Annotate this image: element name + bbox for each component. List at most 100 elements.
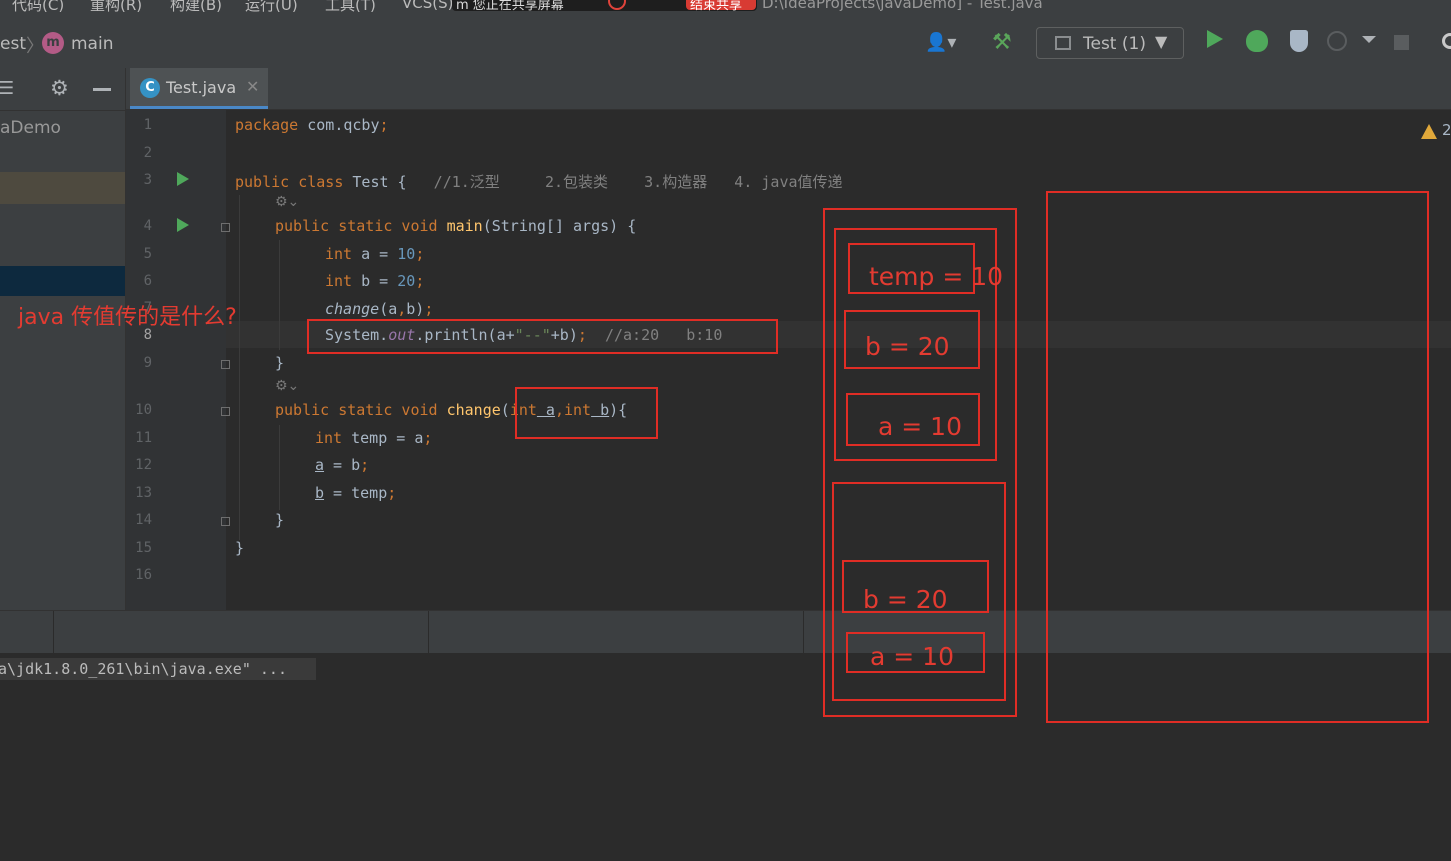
annotation-question: java 传值传的是什么? bbox=[18, 305, 237, 330]
code-line-3: public class Test { //1.泛型 2.包装类 3.构造器 4… bbox=[235, 171, 843, 192]
code-punct: ; bbox=[360, 456, 370, 474]
search-icon[interactable] bbox=[1442, 33, 1451, 49]
code-line-11: int temp = a; bbox=[315, 429, 432, 447]
editor-tabs: C Test.java ✕ bbox=[126, 68, 1451, 110]
stop-icon[interactable] bbox=[1394, 35, 1409, 50]
method-call: change bbox=[325, 300, 380, 318]
code-text: = b bbox=[324, 456, 361, 474]
project-tree-row-selected[interactable] bbox=[0, 266, 125, 296]
menu-build[interactable]: 构建(B) bbox=[170, 0, 222, 14]
coverage-icon[interactable] bbox=[1290, 30, 1308, 52]
line-number: 15 bbox=[135, 540, 152, 556]
code-text: = temp bbox=[324, 484, 388, 502]
divider bbox=[803, 611, 804, 653]
code-line-5: int a = 10; bbox=[325, 245, 424, 263]
annotation-b-main: b = 20 bbox=[863, 585, 948, 614]
project-tree-row-highlight[interactable] bbox=[0, 172, 125, 204]
keyword: int bbox=[325, 272, 353, 290]
method-name: change bbox=[446, 401, 501, 419]
close-icon[interactable]: ✕ bbox=[246, 77, 259, 96]
window-title: D:\IdeaProjects\javaDemo] - Test.java bbox=[762, 0, 1043, 12]
code-line-7: change(a,b); bbox=[325, 300, 433, 318]
warning-icon[interactable] bbox=[1421, 124, 1437, 139]
keyword: public static void bbox=[275, 217, 438, 235]
menu-tools[interactable]: 工具(T) bbox=[325, 0, 376, 14]
gear-icon[interactable]: ⚙ bbox=[50, 76, 69, 100]
divider bbox=[428, 611, 429, 653]
annotation-box-println bbox=[307, 319, 778, 354]
menu-run[interactable]: 运行(U) bbox=[245, 0, 298, 14]
menu-code[interactable]: 代码(C) bbox=[12, 0, 64, 14]
keyword: int bbox=[325, 245, 353, 263]
minimize-icon[interactable] bbox=[93, 88, 111, 91]
annotation-a-change: a = 10 bbox=[878, 412, 962, 441]
fold-icon[interactable] bbox=[221, 407, 230, 416]
user-icon[interactable]: 👤▾ bbox=[925, 32, 956, 53]
breadcrumb-class[interactable]: est bbox=[0, 34, 26, 54]
menu-bar: 代码(C) 重构(R) 构建(B) 运行(U) 工具(T) VCS(S) m 您… bbox=[0, 0, 1451, 14]
code-line-1: package com.qcby; bbox=[235, 116, 389, 134]
stop-share-button[interactable]: 结束共享 bbox=[686, 0, 756, 13]
line-number: 12 bbox=[135, 457, 152, 473]
code-text: com.qcby bbox=[298, 116, 380, 134]
java-class-icon: C bbox=[140, 78, 160, 98]
code-punct: ; bbox=[387, 484, 397, 502]
collapse-all-icon[interactable]: ☰ bbox=[0, 78, 14, 99]
line-number: 9 bbox=[143, 355, 152, 371]
keyword: public class bbox=[235, 173, 344, 191]
annotation-b-change: b = 20 bbox=[865, 332, 950, 361]
run-class-gutter-icon[interactable] bbox=[177, 172, 189, 186]
line-number: 6 bbox=[143, 273, 152, 289]
line-number: 2 bbox=[143, 145, 152, 161]
menu-vcs[interactable]: VCS(S) bbox=[402, 0, 453, 12]
code-punct: ; bbox=[379, 116, 389, 134]
code-line-4: public static void main(String[] args) { bbox=[275, 217, 636, 235]
fold-icon[interactable] bbox=[221, 223, 230, 232]
run-main-gutter-icon[interactable] bbox=[177, 218, 189, 232]
debug-icon[interactable] bbox=[1246, 30, 1268, 52]
code-punct: ; bbox=[415, 272, 425, 290]
line-number: 14 bbox=[135, 512, 152, 528]
keyword: int bbox=[315, 429, 343, 447]
class-name: Test { bbox=[343, 173, 407, 191]
annotation-temp: temp = 10 bbox=[869, 262, 1004, 291]
code-punct: ; bbox=[424, 300, 434, 318]
tab-label: Test.java bbox=[166, 78, 237, 97]
line-number: 1 bbox=[143, 117, 152, 133]
code-text: temp = a bbox=[342, 429, 424, 447]
hammer-icon[interactable]: ⚒ bbox=[992, 30, 1012, 55]
menu-refactor[interactable]: 重构(R) bbox=[90, 0, 142, 14]
line-number: 3 bbox=[143, 172, 152, 188]
code-text: (a bbox=[379, 300, 398, 318]
method-icon: m bbox=[42, 32, 64, 54]
profile-icon[interactable] bbox=[1327, 31, 1347, 51]
screen-share-text: m 您正在共享屏幕 bbox=[456, 0, 564, 13]
line-number: 4 bbox=[143, 218, 152, 234]
run-icon[interactable] bbox=[1207, 30, 1223, 48]
run-configuration-select[interactable]: Test (1) ▼ bbox=[1036, 27, 1184, 59]
project-root-item[interactable]: aDemo bbox=[0, 118, 61, 138]
more-icon[interactable] bbox=[1362, 36, 1376, 43]
code-punct: ; bbox=[415, 245, 425, 263]
line-number: 10 bbox=[135, 402, 152, 418]
breadcrumb-method[interactable]: main bbox=[71, 34, 113, 54]
number-literal: 10 bbox=[397, 245, 416, 263]
line-number: 5 bbox=[143, 246, 152, 262]
fold-icon[interactable] bbox=[221, 360, 230, 369]
line-number: 16 bbox=[135, 567, 152, 583]
line-number: 11 bbox=[135, 430, 152, 446]
keyword: package bbox=[235, 116, 299, 134]
code-comment: //1.泛型 2.包装类 3.构造器 4. java值传递 bbox=[406, 173, 843, 191]
code-line-12: a = b; bbox=[315, 456, 369, 474]
warning-count: 2 bbox=[1442, 121, 1451, 139]
usages-hint-icon[interactable]: ⚙⌄ bbox=[275, 378, 299, 394]
usages-hint-icon[interactable]: ⚙⌄ bbox=[275, 194, 299, 210]
tab-test-java[interactable]: C Test.java ✕ bbox=[130, 68, 268, 109]
code-text: b = bbox=[352, 272, 398, 290]
indent-guide bbox=[239, 195, 240, 540]
fold-icon[interactable] bbox=[221, 517, 230, 526]
number-literal: 20 bbox=[397, 272, 416, 290]
stop-share-label: 结束共享 bbox=[690, 0, 743, 13]
code-line-6: int b = 20; bbox=[325, 272, 424, 290]
code-text: a = bbox=[352, 245, 398, 263]
